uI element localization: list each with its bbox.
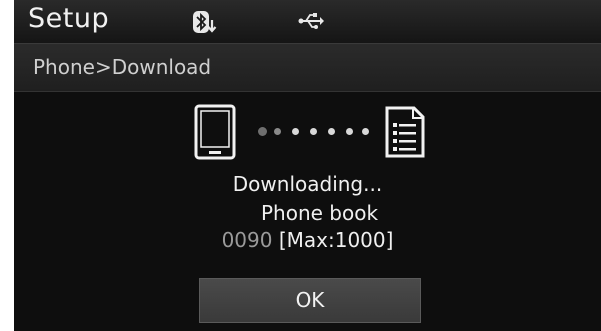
bluetooth-download-icon [193,11,217,33]
progress-dot [292,128,299,135]
progress-dot [362,128,369,135]
progress-dot [274,128,281,135]
breadcrumb: Phone>Download [33,55,212,79]
header-bar: Setup [14,0,601,44]
progress-dots [258,126,370,138]
progress-dot [346,128,353,135]
progress-dot [258,127,267,136]
device-screen: Setup Phone>Download Downloading... Phon… [14,0,601,331]
phone-icon [194,104,236,160]
page-title: Setup [28,3,110,34]
download-status: Downloading... [232,172,383,196]
download-count-line: 0090 [Max:1000] [14,228,601,252]
ok-button[interactable]: OK [199,278,421,323]
usb-icon [298,13,324,29]
progress-dot [328,128,335,135]
download-item: Phone book [260,201,379,225]
progress-dot [310,128,317,135]
breadcrumb-bar: Phone>Download [14,44,601,92]
download-max: [Max:1000] [278,228,394,252]
document-icon [385,106,425,158]
download-count: 0090 [221,228,273,252]
